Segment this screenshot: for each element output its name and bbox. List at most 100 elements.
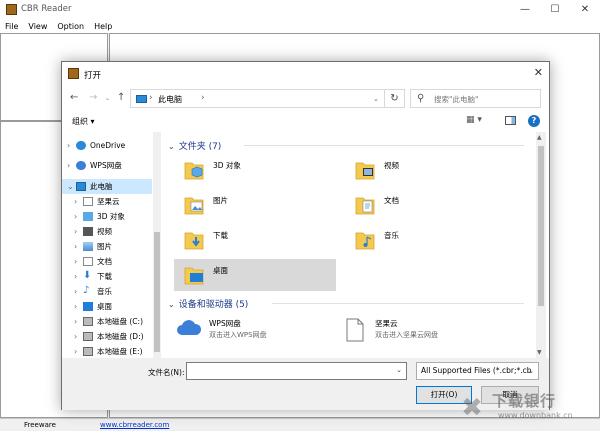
search-box[interactable]: ⚲ bbox=[410, 89, 541, 108]
expand-arrow-icon[interactable]: › bbox=[74, 344, 77, 358]
close-button[interactable]: ✕ bbox=[570, 0, 600, 19]
document-icon bbox=[83, 257, 93, 266]
scroll-down-icon[interactable]: ▼ bbox=[537, 349, 542, 356]
nav-item-onedrive[interactable]: › OneDrive bbox=[62, 138, 152, 153]
address-bar[interactable]: › 此电脑 › ⌄ bbox=[130, 89, 385, 108]
expand-arrow-icon[interactable]: › bbox=[74, 329, 77, 344]
nav-item-jianguoyun[interactable]: › 坚果云 bbox=[62, 194, 152, 209]
nav-item-label: 文档 bbox=[97, 257, 112, 266]
chevron-down-icon[interactable]: ⌄ bbox=[396, 366, 402, 374]
watermark-url: www.downbank.cn bbox=[498, 411, 573, 420]
folder-label: 3D 对象 bbox=[213, 161, 241, 170]
menu-file[interactable]: File bbox=[0, 19, 23, 33]
expand-arrow-icon[interactable]: › bbox=[74, 314, 77, 329]
scrollbar-thumb[interactable] bbox=[154, 232, 160, 352]
folder-3d-objects[interactable]: 3D 对象 bbox=[174, 154, 336, 186]
breadcrumb-this-pc[interactable]: 此电脑 bbox=[158, 94, 182, 105]
preview-pane-icon[interactable] bbox=[505, 116, 516, 125]
app-titlebar: CBR Reader — ☐ ✕ bbox=[0, 0, 600, 19]
chevron-down-icon[interactable]: ⌄ bbox=[528, 363, 534, 379]
drives-group-header[interactable]: ⌄ 设备和驱动器 (5) bbox=[168, 297, 524, 310]
folders-group-header[interactable]: ⌄ 文件夹 (7) bbox=[168, 139, 524, 152]
website-link[interactable]: www.cbrreader.com bbox=[100, 421, 169, 429]
folder-documents[interactable]: 文档 bbox=[345, 189, 507, 221]
file-type-select[interactable]: All Supported Files (*.cbr;*.cb ⌄ bbox=[416, 362, 539, 380]
address-dropdown-icon[interactable]: ⌄ bbox=[373, 95, 379, 103]
nav-item-video[interactable]: › 视频 bbox=[62, 224, 152, 239]
filename-label: 文件名(N): bbox=[148, 368, 185, 377]
expand-arrow-icon[interactable]: › bbox=[74, 299, 77, 314]
folder-label: 下载 bbox=[213, 231, 228, 240]
breadcrumb-chevron-icon[interactable]: › bbox=[201, 93, 205, 103]
nav-item-label: 桌面 bbox=[97, 302, 112, 311]
download-folder-icon bbox=[184, 232, 204, 250]
watermark-text: 下载银行 bbox=[492, 392, 557, 410]
watermark: ✖ 下载银行 www.downbank.cn bbox=[454, 388, 594, 428]
organize-menu-button[interactable]: 组织 ▾ bbox=[72, 116, 95, 127]
maximize-button[interactable]: ☐ bbox=[540, 0, 570, 19]
navigation-scrollbar[interactable] bbox=[153, 132, 161, 358]
menu-option[interactable]: Option bbox=[52, 19, 89, 33]
nav-item-music[interactable]: › ♪ 音乐 bbox=[62, 284, 152, 299]
help-icon[interactable]: ? bbox=[528, 115, 540, 127]
expand-arrow-icon[interactable]: ⌄ bbox=[67, 179, 74, 194]
minimize-button[interactable]: — bbox=[510, 0, 540, 19]
menu-help[interactable]: Help bbox=[89, 19, 117, 33]
recent-chevron-icon[interactable]: ⌄ bbox=[105, 95, 110, 102]
filename-input[interactable]: ⌄ bbox=[186, 362, 407, 380]
view-options-icon[interactable]: ▦ ▾ bbox=[466, 115, 482, 125]
nav-item-documents[interactable]: › 文档 bbox=[62, 254, 152, 269]
nav-item-downloads[interactable]: › ⬇ 下载 bbox=[62, 269, 152, 284]
nav-item-wps-drive[interactable]: › WPS网盘 bbox=[62, 158, 152, 173]
folder-downloads[interactable]: 下载 bbox=[174, 224, 336, 256]
folder-desktop[interactable]: 桌面 bbox=[174, 259, 336, 291]
expand-arrow-icon[interactable]: › bbox=[74, 239, 77, 254]
nav-item-label: 坚果云 bbox=[97, 197, 120, 206]
expand-arrow-icon[interactable]: › bbox=[67, 158, 70, 173]
search-input[interactable] bbox=[434, 92, 538, 106]
expand-arrow-icon[interactable]: › bbox=[74, 209, 77, 224]
nav-item-drive-d[interactable]: › 本地磁盘 (D:) bbox=[62, 329, 152, 344]
navigation-row: ← → ⌄ ↑ › 此电脑 › ⌄ ↻ ⚲ bbox=[62, 86, 549, 110]
expand-arrow-icon[interactable]: › bbox=[74, 254, 77, 269]
refresh-button[interactable]: ↻ bbox=[385, 89, 405, 108]
folder-video[interactable]: 视频 bbox=[345, 154, 507, 186]
drive-jianguoyun[interactable]: 坚果云 双击进入坚果云网盘 bbox=[338, 315, 498, 347]
drive-name: WPS网盘 bbox=[209, 319, 241, 328]
nav-item-drive-e[interactable]: › 本地磁盘 (E:) bbox=[62, 344, 152, 358]
nav-item-3d-objects[interactable]: › 3D 对象 bbox=[62, 209, 152, 224]
expand-arrow-icon[interactable]: › bbox=[74, 194, 77, 209]
folder-pictures[interactable]: 图片 bbox=[174, 189, 336, 221]
video-icon bbox=[83, 227, 93, 236]
content-scrollbar[interactable]: ▲ ▼ bbox=[536, 132, 546, 358]
dialog-close-icon[interactable]: ✕ bbox=[534, 66, 543, 79]
breadcrumb-chevron-icon[interactable]: › bbox=[149, 93, 153, 103]
folder-label: 图片 bbox=[213, 196, 228, 205]
nav-item-drive-c[interactable]: › 本地磁盘 (C:) bbox=[62, 314, 152, 329]
up-arrow-icon[interactable]: ↑ bbox=[117, 92, 125, 103]
nav-item-desktop[interactable]: › 桌面 bbox=[62, 299, 152, 314]
collapse-chevron-icon[interactable]: ⌄ bbox=[168, 142, 175, 151]
download-icon: ⬇ bbox=[83, 270, 92, 281]
back-arrow-icon[interactable]: ← bbox=[70, 92, 78, 103]
nav-item-label: 3D 对象 bbox=[97, 212, 125, 221]
expand-arrow-icon[interactable]: › bbox=[67, 138, 70, 153]
expand-arrow-icon[interactable]: › bbox=[74, 269, 77, 284]
drive-description: 双击进入坚果云网盘 bbox=[375, 331, 438, 339]
nav-item-label: 下载 bbox=[97, 272, 112, 281]
expand-arrow-icon[interactable]: › bbox=[74, 284, 77, 299]
watermark-logo-icon: ✖ bbox=[461, 393, 483, 423]
nav-item-pictures[interactable]: › 图片 bbox=[62, 239, 152, 254]
drive-wps[interactable]: WPS网盘 双击进入WPS网盘 bbox=[172, 315, 332, 347]
scroll-up-icon[interactable]: ▲ bbox=[537, 134, 542, 141]
folder-label: 音乐 bbox=[384, 231, 399, 240]
collapse-chevron-icon[interactable]: ⌄ bbox=[168, 300, 175, 309]
drive-name: 坚果云 bbox=[375, 319, 398, 328]
expand-arrow-icon[interactable]: › bbox=[74, 224, 77, 239]
nav-item-this-pc[interactable]: ⌄ 此电脑 bbox=[62, 179, 152, 194]
open-file-dialog: 打开 ✕ ← → ⌄ ↑ › 此电脑 › ⌄ ↻ ⚲ 组织 ▾ ▦ ▾ ? › … bbox=[61, 61, 550, 410]
scrollbar-thumb[interactable] bbox=[538, 146, 544, 306]
forward-arrow-icon[interactable]: → bbox=[89, 92, 97, 103]
folder-music[interactable]: 音乐 bbox=[345, 224, 507, 256]
menu-view[interactable]: View bbox=[23, 19, 52, 33]
